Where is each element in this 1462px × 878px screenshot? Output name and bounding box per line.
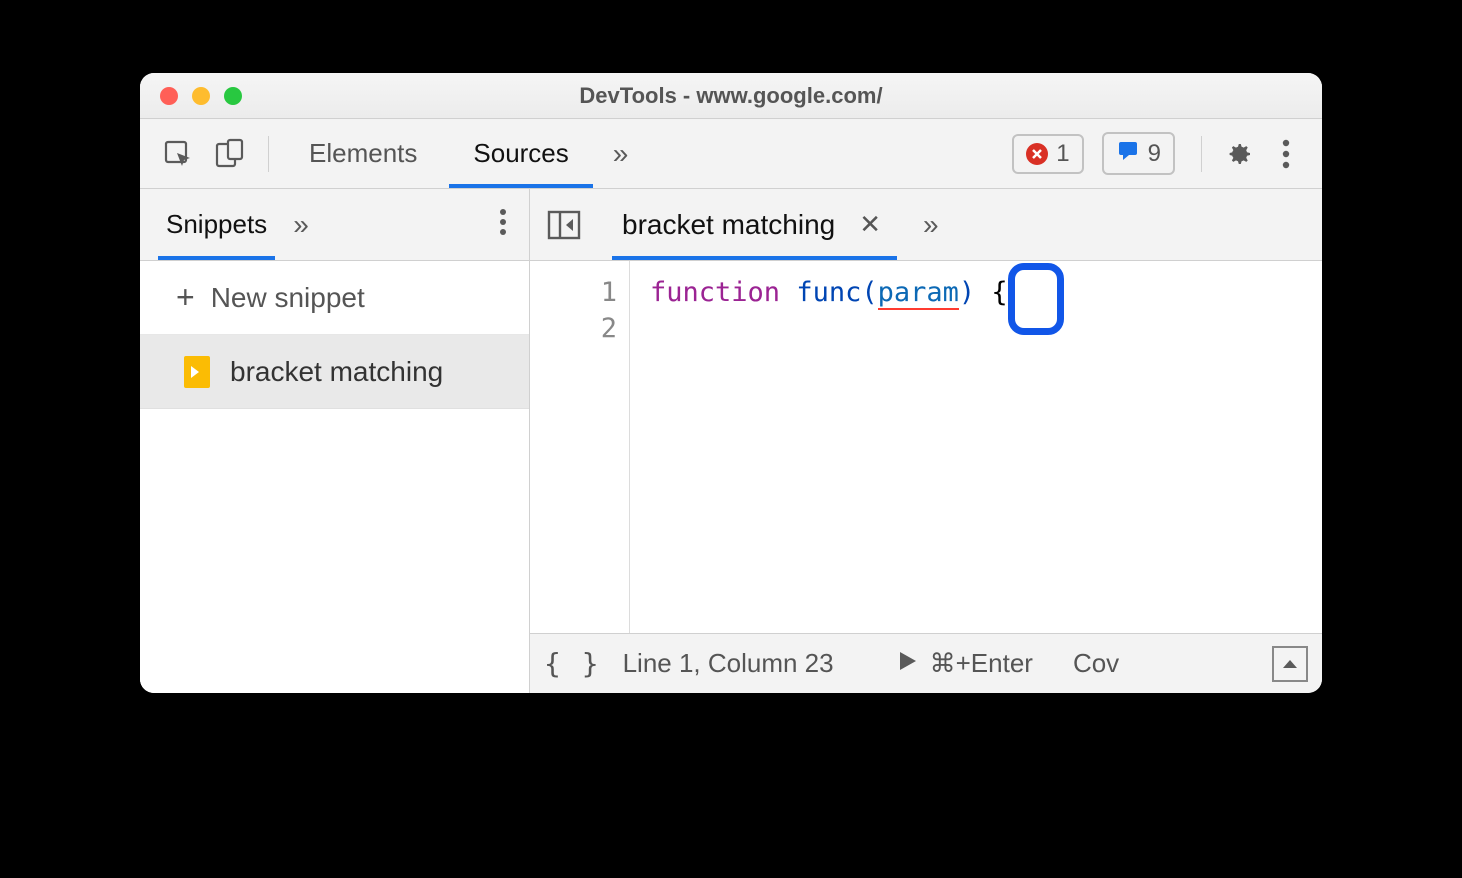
new-snippet-label: New snippet [211,282,365,314]
close-tab-icon[interactable]: ✕ [853,209,887,240]
more-tabs-icon[interactable]: » [601,138,641,170]
snippet-item[interactable]: bracket matching [140,335,529,409]
tab-sources[interactable]: Sources [449,120,592,188]
settings-icon[interactable] [1218,138,1258,170]
maximize-window-button[interactable] [224,87,242,105]
issues-icon [1116,138,1140,169]
new-snippet-button[interactable]: + New snippet [140,261,529,335]
run-hint: ⌘+Enter [930,648,1033,679]
tab-snippets[interactable]: Snippets [158,190,275,260]
editor-tab-active[interactable]: bracket matching ✕ [612,190,897,260]
line-gutter: 1 2 [530,261,630,633]
token-brace: { [991,277,1007,308]
window-title: DevTools - www.google.com/ [140,83,1322,109]
devtools-window: DevTools - www.google.com/ Elements Sour… [140,73,1322,693]
editor-more-tabs-icon[interactable]: » [897,209,965,241]
editor-area: bracket matching ✕ » 1 2 function func(p… [530,189,1322,693]
device-toolbar-icon[interactable] [208,132,252,176]
issues-count: 9 [1148,140,1161,168]
play-icon [896,648,918,679]
editor-tabs: bracket matching ✕ » [530,189,1322,261]
navigator-sidebar: Snippets » + New snippet bracket matchin… [140,189,530,693]
pretty-print-icon[interactable]: { } [544,647,601,680]
expand-drawer-icon[interactable] [1272,646,1308,682]
callout-highlight [1008,263,1064,335]
editor-tab-label: bracket matching [622,209,835,241]
code-line-1: function func(param) { [650,275,1008,311]
cursor-position: Line 1, Column 23 [623,648,834,679]
toolbar-divider [268,136,269,172]
plus-icon: + [176,279,195,316]
token-close-paren: ) [959,277,975,308]
inspect-element-icon[interactable] [156,132,200,176]
error-icon [1026,143,1048,165]
sidebar-more-options-icon[interactable] [499,208,529,241]
errors-count: 1 [1056,140,1069,168]
token-open-paren: ( [861,277,877,308]
sidebar-empty-area [140,409,529,693]
code-content[interactable]: function func(param) { [630,261,1008,633]
token-keyword: function [650,277,780,308]
line-number: 2 [530,311,617,347]
token-param: param [878,277,959,310]
main-split: Snippets » + New snippet bracket matchin… [140,189,1322,693]
sidebar-tabs: Snippets » [140,189,529,261]
traffic-lights [140,87,242,105]
tab-elements[interactable]: Elements [285,120,441,188]
toolbar-divider-2 [1201,136,1202,172]
editor-status-bar: { } Line 1, Column 23 ⌘+Enter Cov [530,633,1322,693]
snippet-name: bracket matching [230,356,443,388]
token-fn-name: func [796,277,861,308]
more-options-icon[interactable] [1266,139,1306,169]
snippet-file-icon [184,356,210,388]
code-editor[interactable]: 1 2 function func(param) { [530,261,1322,633]
minimize-window-button[interactable] [192,87,210,105]
close-window-button[interactable] [160,87,178,105]
main-toolbar: Elements Sources » 1 9 [140,119,1322,189]
line-number: 1 [530,275,617,311]
issues-badge[interactable]: 9 [1102,132,1175,175]
coverage-label[interactable]: Cov [1073,648,1119,679]
run-snippet-button[interactable]: ⌘+Enter [896,648,1033,679]
sidebar-more-tabs-icon[interactable]: » [275,209,327,241]
title-bar: DevTools - www.google.com/ [140,73,1322,119]
toggle-navigator-icon[interactable] [544,205,584,245]
errors-badge[interactable]: 1 [1012,134,1083,174]
